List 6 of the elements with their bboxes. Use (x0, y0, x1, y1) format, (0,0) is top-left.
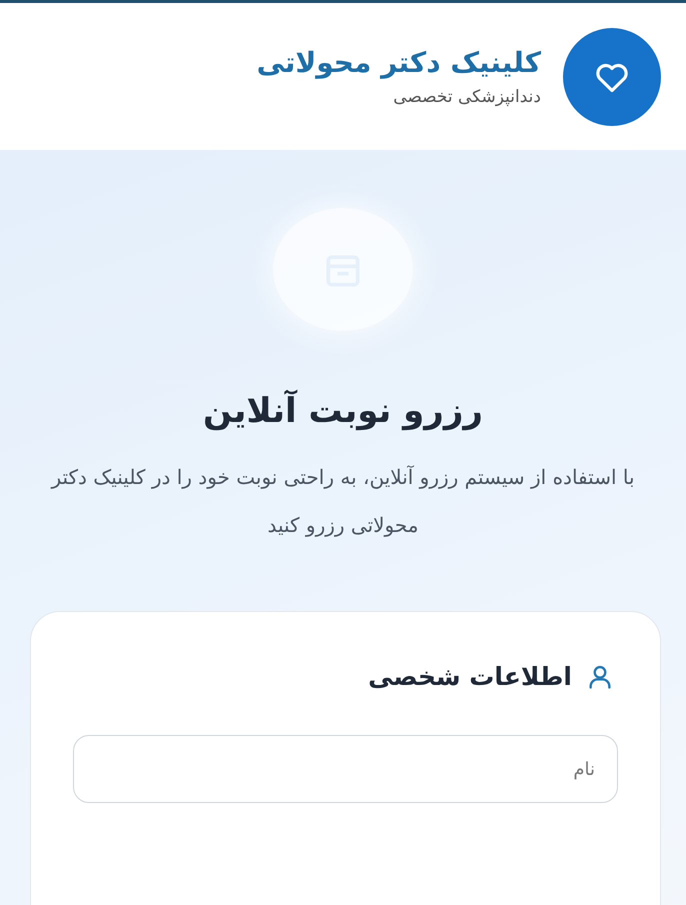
clinic-subtitle: دندانپزشکی تخصصی (392, 87, 541, 107)
clinic-title: کلینیک دکتر محولاتی (256, 46, 541, 79)
name-input-field[interactable]: نام (73, 735, 618, 804)
section-heading: اطلاعات شخصی (368, 662, 572, 692)
page-description: با استفاده از سیستم رزرو آنلاین، به راحتی نوبت خود را در کلینیک دکتر محولاتی رزرو کنید (50, 464, 636, 540)
page-heading: رزرو نوبت آنلاین (203, 391, 483, 432)
